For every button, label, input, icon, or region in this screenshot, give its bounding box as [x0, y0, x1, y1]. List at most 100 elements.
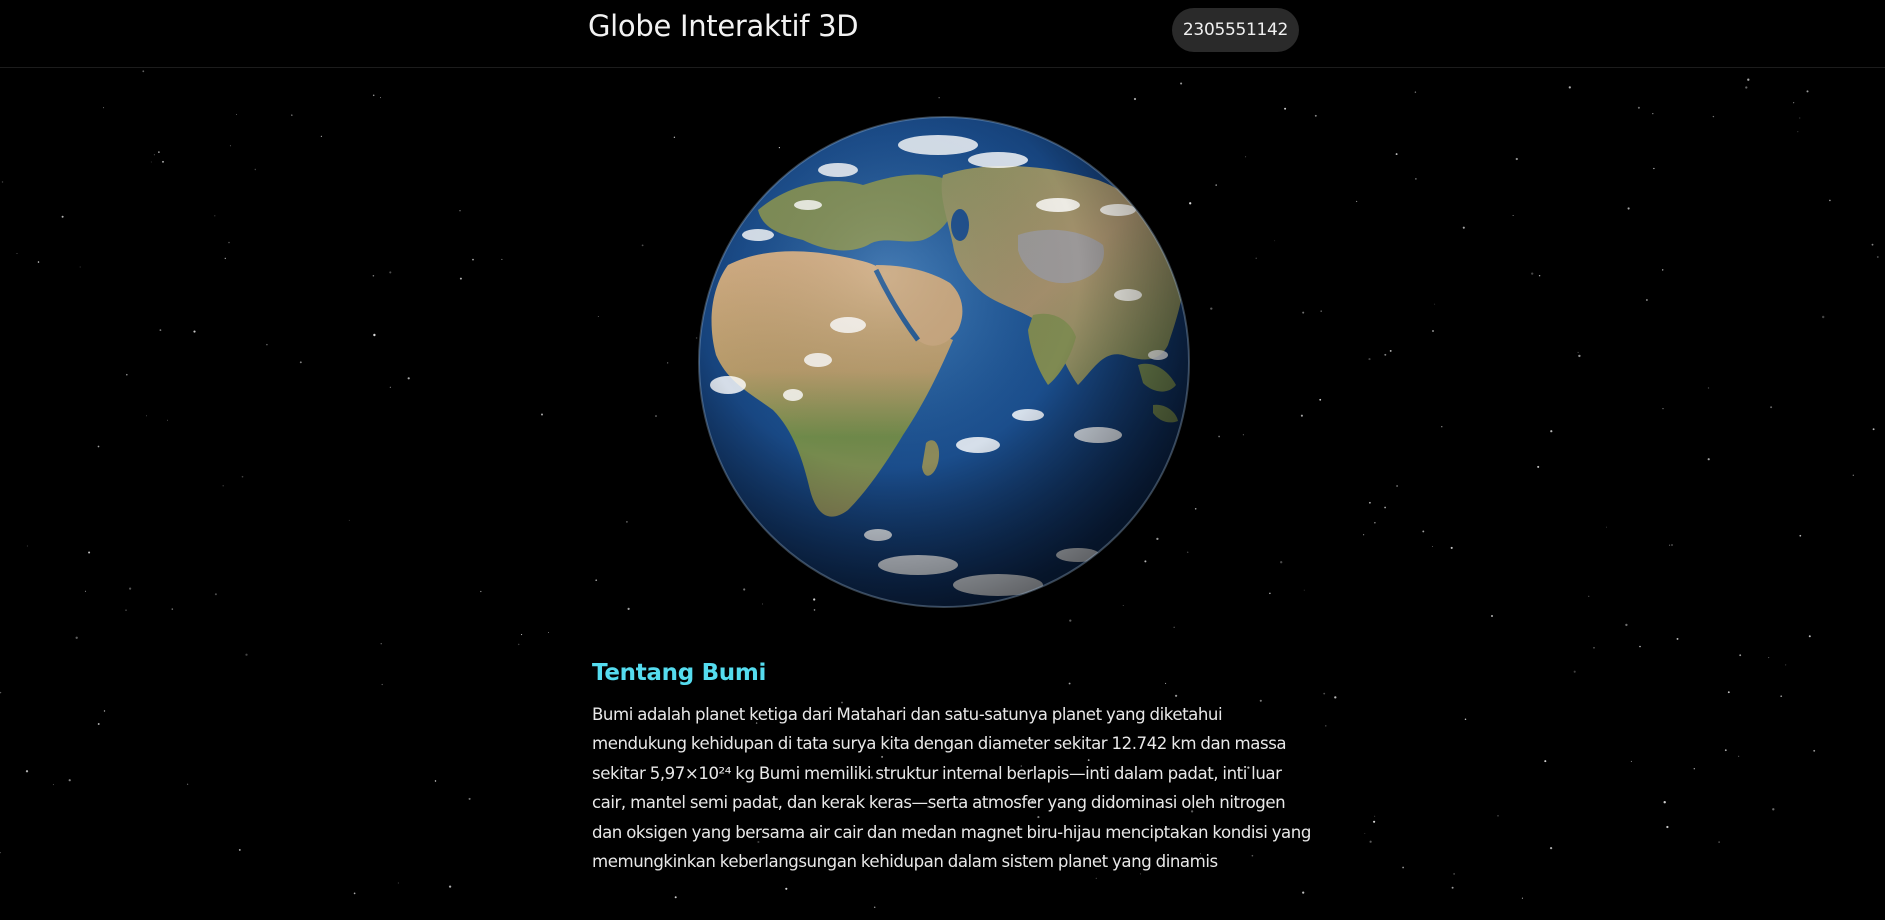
star: [380, 643, 382, 645]
star: [1669, 544, 1671, 546]
star: [125, 609, 127, 611]
star: [1852, 474, 1854, 476]
star: [1515, 157, 1518, 161]
star: [1625, 623, 1628, 627]
star: [1373, 820, 1376, 823]
earth-globe-canvas[interactable]: [698, 115, 1190, 609]
star: [389, 386, 391, 388]
page: Globe Interaktif 3D 2305551142 Tentang B…: [0, 0, 1885, 920]
star: [1323, 692, 1326, 695]
star: [372, 94, 375, 97]
star: [193, 330, 196, 333]
star: [1302, 891, 1305, 894]
star: [1364, 833, 1366, 834]
star: [1707, 458, 1710, 461]
star: [785, 887, 788, 890]
star: [1747, 78, 1750, 81]
star: [1374, 815, 1376, 817]
star: [79, 266, 81, 268]
star: [521, 634, 523, 636]
star: [1095, 877, 1097, 880]
star: [1544, 760, 1547, 763]
star: [1770, 406, 1773, 409]
about-heading: Tentang Bumi: [592, 660, 767, 686]
star: [501, 258, 503, 260]
star: [1133, 97, 1137, 101]
star: [1829, 199, 1831, 202]
star: [1663, 801, 1666, 804]
interactive-globe[interactable]: [698, 115, 1190, 609]
star: [1512, 215, 1514, 216]
about-section: Tentang Bumi Bumi adalah planet ketiga d…: [592, 660, 1312, 876]
star: [1450, 546, 1453, 549]
star: [61, 215, 64, 218]
star: [480, 590, 482, 593]
star: [299, 361, 302, 364]
star: [1718, 841, 1720, 843]
star: [1549, 846, 1553, 850]
star: [595, 579, 598, 582]
student-id-badge: 2305551142: [1172, 8, 1299, 52]
star: [1588, 595, 1590, 597]
star: [75, 636, 78, 639]
star: [1422, 530, 1425, 533]
star: [1577, 351, 1579, 353]
star: [1822, 315, 1825, 319]
star: [186, 783, 189, 785]
star: [229, 145, 231, 147]
star: [1, 181, 4, 183]
star: [1415, 178, 1417, 180]
star: [68, 779, 71, 782]
star: [52, 784, 54, 786]
star: [641, 244, 644, 247]
star: [1813, 749, 1816, 752]
star: [1414, 91, 1417, 93]
star: [1666, 825, 1669, 829]
star: [1639, 645, 1641, 648]
star: [1210, 307, 1213, 310]
top-bar: Globe Interaktif 3D 2305551142: [0, 0, 1885, 68]
star: [1808, 635, 1811, 638]
star: [238, 848, 241, 851]
star: [162, 160, 164, 163]
star: [214, 215, 216, 217]
star: [222, 485, 224, 487]
star: [1799, 534, 1802, 537]
star: [1451, 886, 1454, 889]
globe-shading: [699, 117, 1189, 607]
star: [0, 691, 2, 694]
star: [88, 551, 91, 554]
star: [25, 770, 29, 773]
star: [1274, 240, 1276, 242]
star: [1662, 269, 1664, 271]
star: [540, 413, 544, 416]
star: [26, 545, 28, 547]
star: [236, 114, 237, 115]
star: [16, 252, 18, 254]
star: [448, 885, 452, 888]
star: [1652, 112, 1654, 115]
star: [1402, 866, 1404, 869]
star: [1432, 330, 1434, 332]
star: [1441, 426, 1443, 428]
star: [1319, 398, 1322, 401]
star: [1538, 275, 1541, 277]
star: [153, 154, 155, 156]
star: [1384, 506, 1386, 509]
star: [228, 241, 230, 244]
star: [379, 97, 382, 99]
star: [1785, 664, 1787, 666]
star: [434, 780, 437, 782]
star: [1521, 897, 1523, 899]
star: [1302, 311, 1305, 314]
star: [1432, 546, 1433, 547]
star: [1363, 534, 1365, 536]
star: [97, 445, 100, 448]
star: [84, 590, 87, 592]
star: [674, 896, 677, 899]
page-title: Globe Interaktif 3D: [588, 9, 859, 43]
star: [1320, 310, 1322, 312]
star: [254, 168, 257, 171]
star: [245, 653, 248, 656]
star: [1269, 592, 1271, 595]
